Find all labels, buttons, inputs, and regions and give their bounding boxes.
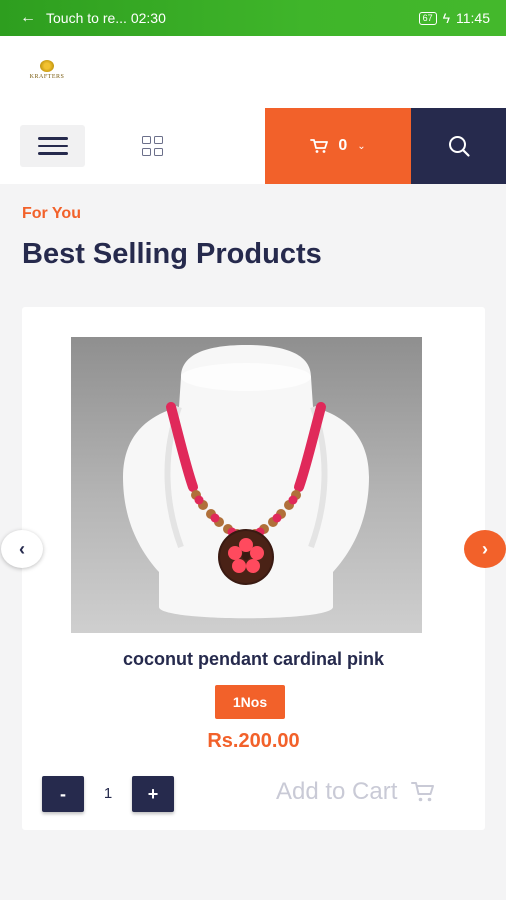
quantity-value[interactable]: 1 (92, 785, 124, 802)
product-name[interactable]: coconut pendant cardinal pink (22, 649, 485, 670)
cart-icon (310, 139, 329, 153)
quantity-increase-button[interactable]: + (132, 776, 174, 812)
search-button[interactable] (411, 108, 506, 184)
hamburger-icon-line (37, 137, 68, 140)
carousel-prev-button[interactable]: ‹ (1, 530, 43, 568)
add-to-cart-button[interactable]: Add to Cart (276, 778, 435, 806)
status-bar: ← Touch to re... 02:30 67 ϟ 11:45 (0, 0, 506, 36)
brand-bar: KRAFTERS (0, 36, 506, 108)
nav-row: 0 ⌄ (0, 108, 506, 184)
unit-badge: 1Nos (215, 685, 285, 719)
necklace-bust-illustration (123, 345, 369, 619)
clock: 11:45 (456, 10, 490, 26)
menu-button[interactable] (20, 125, 85, 167)
logo-mark-icon (40, 60, 54, 72)
notification-text[interactable]: Touch to re... 02:30 (46, 10, 419, 26)
grid-view-icon[interactable] (142, 136, 164, 156)
hamburger-icon-line (37, 144, 68, 148)
status-right: 67 ϟ 11:45 (418, 10, 490, 26)
section-title: Best Selling Products (22, 238, 322, 270)
add-to-cart-label: Add to Cart (276, 778, 398, 805)
quantity-decrease-button[interactable]: - (42, 776, 84, 812)
product-card: coconut pendant cardinal pink 1Nos Rs.20… (22, 307, 485, 830)
back-arrow-icon[interactable]: ← (20, 9, 36, 27)
search-icon (448, 136, 470, 157)
battery-icon: 67 (418, 11, 437, 25)
chevron-down-icon: ⌄ (357, 140, 366, 152)
cart-icon (411, 782, 435, 802)
product-image[interactable] (71, 337, 422, 633)
product-price: Rs.200.00 (207, 730, 300, 752)
charging-icon: ϟ (442, 10, 450, 26)
section-kicker: For You (22, 205, 81, 222)
hamburger-icon-line (37, 152, 68, 155)
cart-count: 0 (338, 137, 348, 154)
carousel-next-button[interactable]: › (464, 530, 506, 568)
logo-wordmark: KRAFTERS (29, 74, 65, 80)
brand-logo[interactable]: KRAFTERS (24, 60, 70, 86)
cart-button[interactable]: 0 ⌄ (265, 108, 411, 184)
